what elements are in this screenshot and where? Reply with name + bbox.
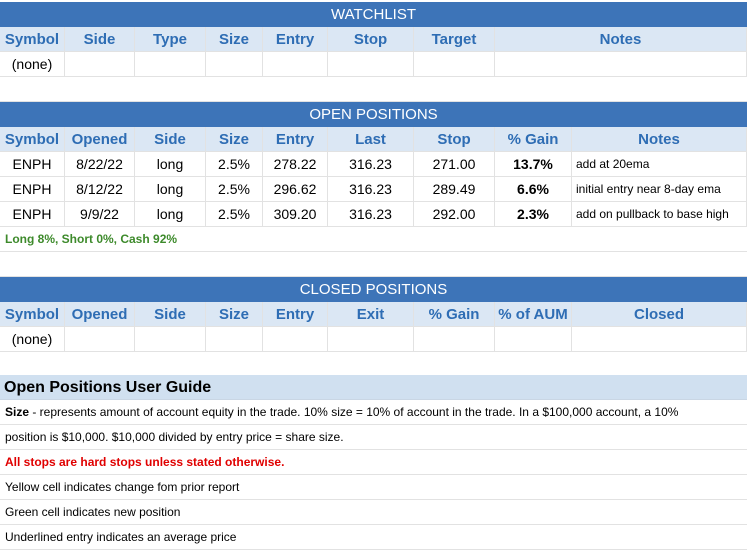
cell-gain[interactable]: 13.7%: [495, 152, 572, 177]
cell-notes[interactable]: add at 20ema: [572, 152, 747, 177]
col-symbol[interactable]: Symbol: [0, 302, 65, 327]
cell-side[interactable]: long: [135, 177, 206, 202]
cell[interactable]: [328, 52, 414, 77]
cell[interactable]: [263, 52, 328, 77]
cell-notes[interactable]: initial entry near 8-day ema: [572, 177, 747, 202]
allocation-row: Long 8%, Short 0%, Cash 92%: [0, 227, 747, 252]
col-exit[interactable]: Exit: [328, 302, 414, 327]
col-closed[interactable]: Closed: [572, 302, 747, 327]
col-gain[interactable]: % Gain: [495, 127, 572, 152]
guide-size-line-1: Size - represents amount of account equi…: [0, 400, 747, 425]
cell-size[interactable]: 2.5%: [206, 202, 263, 227]
spacer-row: [0, 77, 747, 102]
cell-opened[interactable]: 8/12/22: [65, 177, 135, 202]
cell[interactable]: [206, 327, 263, 352]
col-entry[interactable]: Entry: [263, 27, 328, 52]
stops-note: All stops are hard stops unless stated o…: [0, 450, 747, 475]
spacer-row: [0, 252, 747, 277]
col-notes[interactable]: Notes: [572, 127, 747, 152]
cell-symbol[interactable]: ENPH: [0, 152, 65, 177]
cell-opened[interactable]: 8/22/22: [65, 152, 135, 177]
cell[interactable]: [414, 327, 495, 352]
cell[interactable]: [206, 52, 263, 77]
size-description: - represents amount of account equity in…: [29, 405, 679, 419]
col-notes[interactable]: Notes: [495, 27, 747, 52]
col-entry[interactable]: Entry: [263, 302, 328, 327]
cell[interactable]: [495, 52, 747, 77]
watchlist-header-row: Symbol Side Type Size Entry Stop Target …: [0, 27, 747, 52]
table-row: (none): [0, 327, 747, 352]
cell-symbol[interactable]: ENPH: [0, 177, 65, 202]
cell-notes[interactable]: add on pullback to base high: [572, 202, 747, 227]
col-size[interactable]: Size: [206, 127, 263, 152]
cell-entry[interactable]: 278.22: [263, 152, 328, 177]
col-side[interactable]: Side: [135, 127, 206, 152]
watchlist-empty[interactable]: (none): [0, 52, 65, 77]
cell[interactable]: [263, 327, 328, 352]
cell-opened[interactable]: 9/9/22: [65, 202, 135, 227]
closed-empty[interactable]: (none): [0, 327, 65, 352]
col-size[interactable]: Size: [206, 302, 263, 327]
col-gain[interactable]: % Gain: [414, 302, 495, 327]
allocation-summary: Long 8%, Short 0%, Cash 92%: [5, 232, 178, 246]
col-side[interactable]: Side: [135, 302, 206, 327]
cell[interactable]: [495, 327, 572, 352]
col-symbol[interactable]: Symbol: [0, 27, 65, 52]
cell-side[interactable]: long: [135, 152, 206, 177]
cell-last[interactable]: 316.23: [328, 202, 414, 227]
cell[interactable]: [328, 327, 414, 352]
cell-entry[interactable]: 309.20: [263, 202, 328, 227]
table-row: ENPH 8/12/22 long 2.5% 296.62 316.23 289…: [0, 177, 747, 202]
cell[interactable]: [414, 52, 495, 77]
guide-size-line-2: position is $10,000. $10,000 divided by …: [0, 425, 747, 450]
cell-last[interactable]: 316.23: [328, 177, 414, 202]
col-last[interactable]: Last: [328, 127, 414, 152]
underline-note: Underlined entry indicates an average pr…: [0, 525, 747, 550]
col-type[interactable]: Type: [135, 27, 206, 52]
table-row: ENPH 9/9/22 long 2.5% 309.20 316.23 292.…: [0, 202, 747, 227]
green-cell-note: Green cell indicates new position: [0, 500, 747, 525]
col-symbol[interactable]: Symbol: [0, 127, 65, 152]
cell-size[interactable]: 2.5%: [206, 177, 263, 202]
cell-gain[interactable]: 6.6%: [495, 177, 572, 202]
table-row: (none): [0, 52, 747, 77]
cell-stop[interactable]: 292.00: [414, 202, 495, 227]
cell-last[interactable]: 316.23: [328, 152, 414, 177]
cell[interactable]: [135, 52, 206, 77]
col-target[interactable]: Target: [414, 27, 495, 52]
col-stop[interactable]: Stop: [328, 27, 414, 52]
col-size[interactable]: Size: [206, 27, 263, 52]
open-positions-header-row: Symbol Opened Side Size Entry Last Stop …: [0, 127, 747, 152]
watchlist-title: WATCHLIST: [0, 2, 747, 27]
guide-title: Open Positions User Guide: [0, 375, 747, 400]
cell-side[interactable]: long: [135, 202, 206, 227]
col-opened[interactable]: Opened: [65, 127, 135, 152]
cell-stop[interactable]: 289.49: [414, 177, 495, 202]
yellow-cell-note: Yellow cell indicates change fom prior r…: [0, 475, 747, 500]
open-positions-title: OPEN POSITIONS: [0, 102, 747, 127]
col-aum[interactable]: % of AUM: [495, 302, 572, 327]
cell-entry[interactable]: 296.62: [263, 177, 328, 202]
col-opened[interactable]: Opened: [65, 302, 135, 327]
cell[interactable]: [135, 327, 206, 352]
spacer-row: [0, 352, 747, 377]
cell[interactable]: [65, 52, 135, 77]
closed-positions-header-row: Symbol Opened Side Size Entry Exit % Gai…: [0, 302, 747, 327]
size-term: Size: [5, 405, 30, 419]
col-entry[interactable]: Entry: [263, 127, 328, 152]
cell[interactable]: [572, 327, 747, 352]
closed-positions-title: CLOSED POSITIONS: [0, 277, 747, 302]
cell-gain[interactable]: 2.3%: [495, 202, 572, 227]
cell[interactable]: [65, 327, 135, 352]
col-side[interactable]: Side: [65, 27, 135, 52]
cell-size[interactable]: 2.5%: [206, 152, 263, 177]
col-stop[interactable]: Stop: [414, 127, 495, 152]
table-row: ENPH 8/22/22 long 2.5% 278.22 316.23 271…: [0, 152, 747, 177]
cell-symbol[interactable]: ENPH: [0, 202, 65, 227]
cell-stop[interactable]: 271.00: [414, 152, 495, 177]
